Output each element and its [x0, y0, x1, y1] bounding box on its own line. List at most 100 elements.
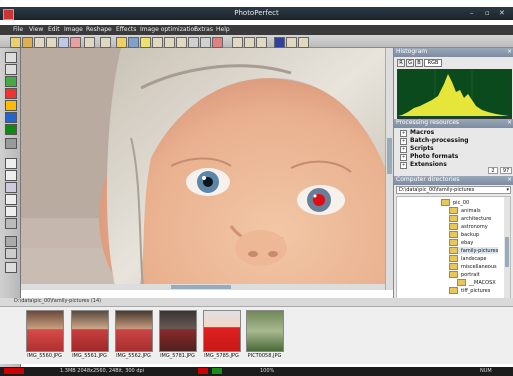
- menu-image-optimization[interactable]: Image optimization: [140, 26, 198, 33]
- fill-tool-icon[interactable]: [5, 218, 17, 229]
- resize-icon[interactable]: [128, 37, 139, 48]
- tree-scrollbar[interactable]: [504, 197, 510, 301]
- rotate-icon[interactable]: [164, 37, 175, 48]
- shape-tool-icon[interactable]: [5, 206, 17, 217]
- image-horizontal-scrollbar[interactable]: [21, 284, 385, 290]
- tree-folder[interactable]: architecture: [449, 215, 491, 222]
- crop-icon[interactable]: [152, 37, 163, 48]
- chevron-down-icon[interactable]: ▾: [506, 187, 509, 193]
- minimize-button[interactable]: –: [470, 9, 474, 17]
- yellow-color-icon[interactable]: [5, 100, 17, 111]
- tree-folder[interactable]: __MACOSX: [457, 279, 496, 286]
- scan-icon[interactable]: [58, 37, 69, 48]
- close-button[interactable]: ✕: [499, 9, 505, 17]
- scroll-thumb[interactable]: [505, 237, 509, 267]
- eraser-tool-icon[interactable]: [5, 248, 17, 259]
- lasso-icon[interactable]: [5, 170, 17, 181]
- red-color-icon[interactable]: [5, 88, 17, 99]
- open-folder-icon[interactable]: [22, 37, 33, 48]
- resource-label: Photo formats: [410, 153, 459, 160]
- tree-folder[interactable]: tiff_pictures: [449, 287, 490, 294]
- tree-folder-selected[interactable]: family-pictures: [449, 247, 499, 254]
- maximize-button[interactable]: ▫: [485, 9, 490, 17]
- properties-icon[interactable]: [84, 37, 95, 48]
- resource-item[interactable]: + Batch-processing: [400, 137, 469, 145]
- directory-tree: pic_00 animals architecture astronomy ba…: [396, 196, 511, 302]
- thumbnail[interactable]: [246, 310, 284, 352]
- info-icon[interactable]: [286, 37, 297, 48]
- resource-item[interactable]: + Macros: [400, 129, 434, 137]
- zoom-in-icon[interactable]: [188, 37, 199, 48]
- red-eye-tool-icon[interactable]: [5, 262, 17, 273]
- image-canvas[interactable]: [21, 48, 385, 290]
- pen-icon[interactable]: [176, 37, 187, 48]
- zoom-out-icon[interactable]: [200, 37, 211, 48]
- filmstrip-header: D:\data\pic_00\family-pictures (14): [0, 298, 513, 306]
- tree-folder[interactable]: landscape: [449, 255, 486, 262]
- fullscreen-icon[interactable]: [274, 37, 285, 48]
- blue-color-icon[interactable]: [5, 112, 17, 123]
- resource-item[interactable]: + Photo formats: [400, 153, 458, 161]
- tree-folder[interactable]: ebay: [449, 239, 473, 246]
- menu-edit[interactable]: Edit: [48, 26, 60, 33]
- tree-folder[interactable]: backup: [449, 231, 479, 238]
- undo-icon[interactable]: [232, 37, 243, 48]
- resource-item[interactable]: + Scripts: [400, 145, 434, 153]
- scroll-thumb[interactable]: [387, 138, 392, 174]
- menu-image[interactable]: Image: [64, 26, 83, 33]
- channel-g-button[interactable]: G: [406, 59, 414, 67]
- close-icon[interactable]: ×: [507, 48, 512, 55]
- copy-icon[interactable]: [100, 37, 111, 48]
- resource-item[interactable]: + Extensions: [400, 161, 447, 169]
- menu-help[interactable]: Help: [216, 26, 230, 33]
- settings-icon[interactable]: [298, 37, 309, 48]
- rect-select-icon[interactable]: [5, 158, 17, 169]
- new-file-icon[interactable]: [10, 37, 21, 48]
- thumbnail-label: IMG_5560.JPG: [27, 353, 62, 359]
- menu-file[interactable]: File: [13, 26, 23, 33]
- fit-window-icon[interactable]: [212, 37, 223, 48]
- menu-extras[interactable]: Extras: [194, 26, 213, 33]
- tree-folder[interactable]: animals: [449, 207, 481, 214]
- menu-effects[interactable]: Effects: [116, 26, 136, 33]
- hand-tool-icon[interactable]: [5, 64, 17, 75]
- save-icon[interactable]: [34, 37, 45, 48]
- brush-tool-icon[interactable]: [5, 138, 17, 149]
- scroll-thumb[interactable]: [171, 285, 231, 289]
- thumbnail[interactable]: [26, 310, 64, 352]
- channel-b-button[interactable]: B: [415, 59, 423, 67]
- pointer-tool-icon[interactable]: [5, 52, 17, 63]
- tree-folder[interactable]: portrait: [449, 271, 480, 278]
- line-tool-icon[interactable]: [5, 194, 17, 205]
- layer-icon[interactable]: [5, 124, 17, 135]
- tree-folder[interactable]: astronomy: [449, 223, 488, 230]
- channel-rgb-button[interactable]: RGB: [424, 59, 442, 67]
- close-icon[interactable]: ×: [507, 176, 512, 183]
- tree-folder[interactable]: miscellaneous: [449, 263, 497, 270]
- redo-icon[interactable]: [244, 37, 255, 48]
- thumbnail[interactable]: [115, 310, 153, 352]
- menu-view[interactable]: View: [29, 26, 43, 33]
- clone-tool-icon[interactable]: [5, 236, 17, 247]
- thumbnail[interactable]: [159, 310, 197, 352]
- text-tool-icon[interactable]: [5, 182, 17, 193]
- image-vertical-scrollbar[interactable]: [385, 48, 393, 290]
- print-icon[interactable]: [46, 37, 57, 48]
- folder-icon: [457, 279, 466, 286]
- folder-icon: [449, 287, 458, 294]
- directory-path-combo[interactable]: D:\data\pic_00\family-pictures ▾: [396, 186, 511, 194]
- email-icon[interactable]: [70, 37, 81, 48]
- color-picker-icon[interactable]: [5, 76, 17, 87]
- status-indicator-icon: [4, 368, 24, 374]
- thumbnail[interactable]: [71, 310, 109, 352]
- history-icon[interactable]: [256, 37, 267, 48]
- select-icon[interactable]: [116, 37, 127, 48]
- close-icon[interactable]: ×: [507, 119, 512, 126]
- folder-icon: [449, 223, 458, 230]
- menu-reshape[interactable]: Reshape: [86, 26, 112, 33]
- brightness-icon[interactable]: [140, 37, 151, 48]
- tree-folder[interactable]: pic_00: [441, 199, 469, 206]
- channel-r-button[interactable]: R: [397, 59, 405, 67]
- thumbnail-label: IMG_5785.JPG: [204, 353, 239, 359]
- thumbnail[interactable]: [203, 310, 241, 352]
